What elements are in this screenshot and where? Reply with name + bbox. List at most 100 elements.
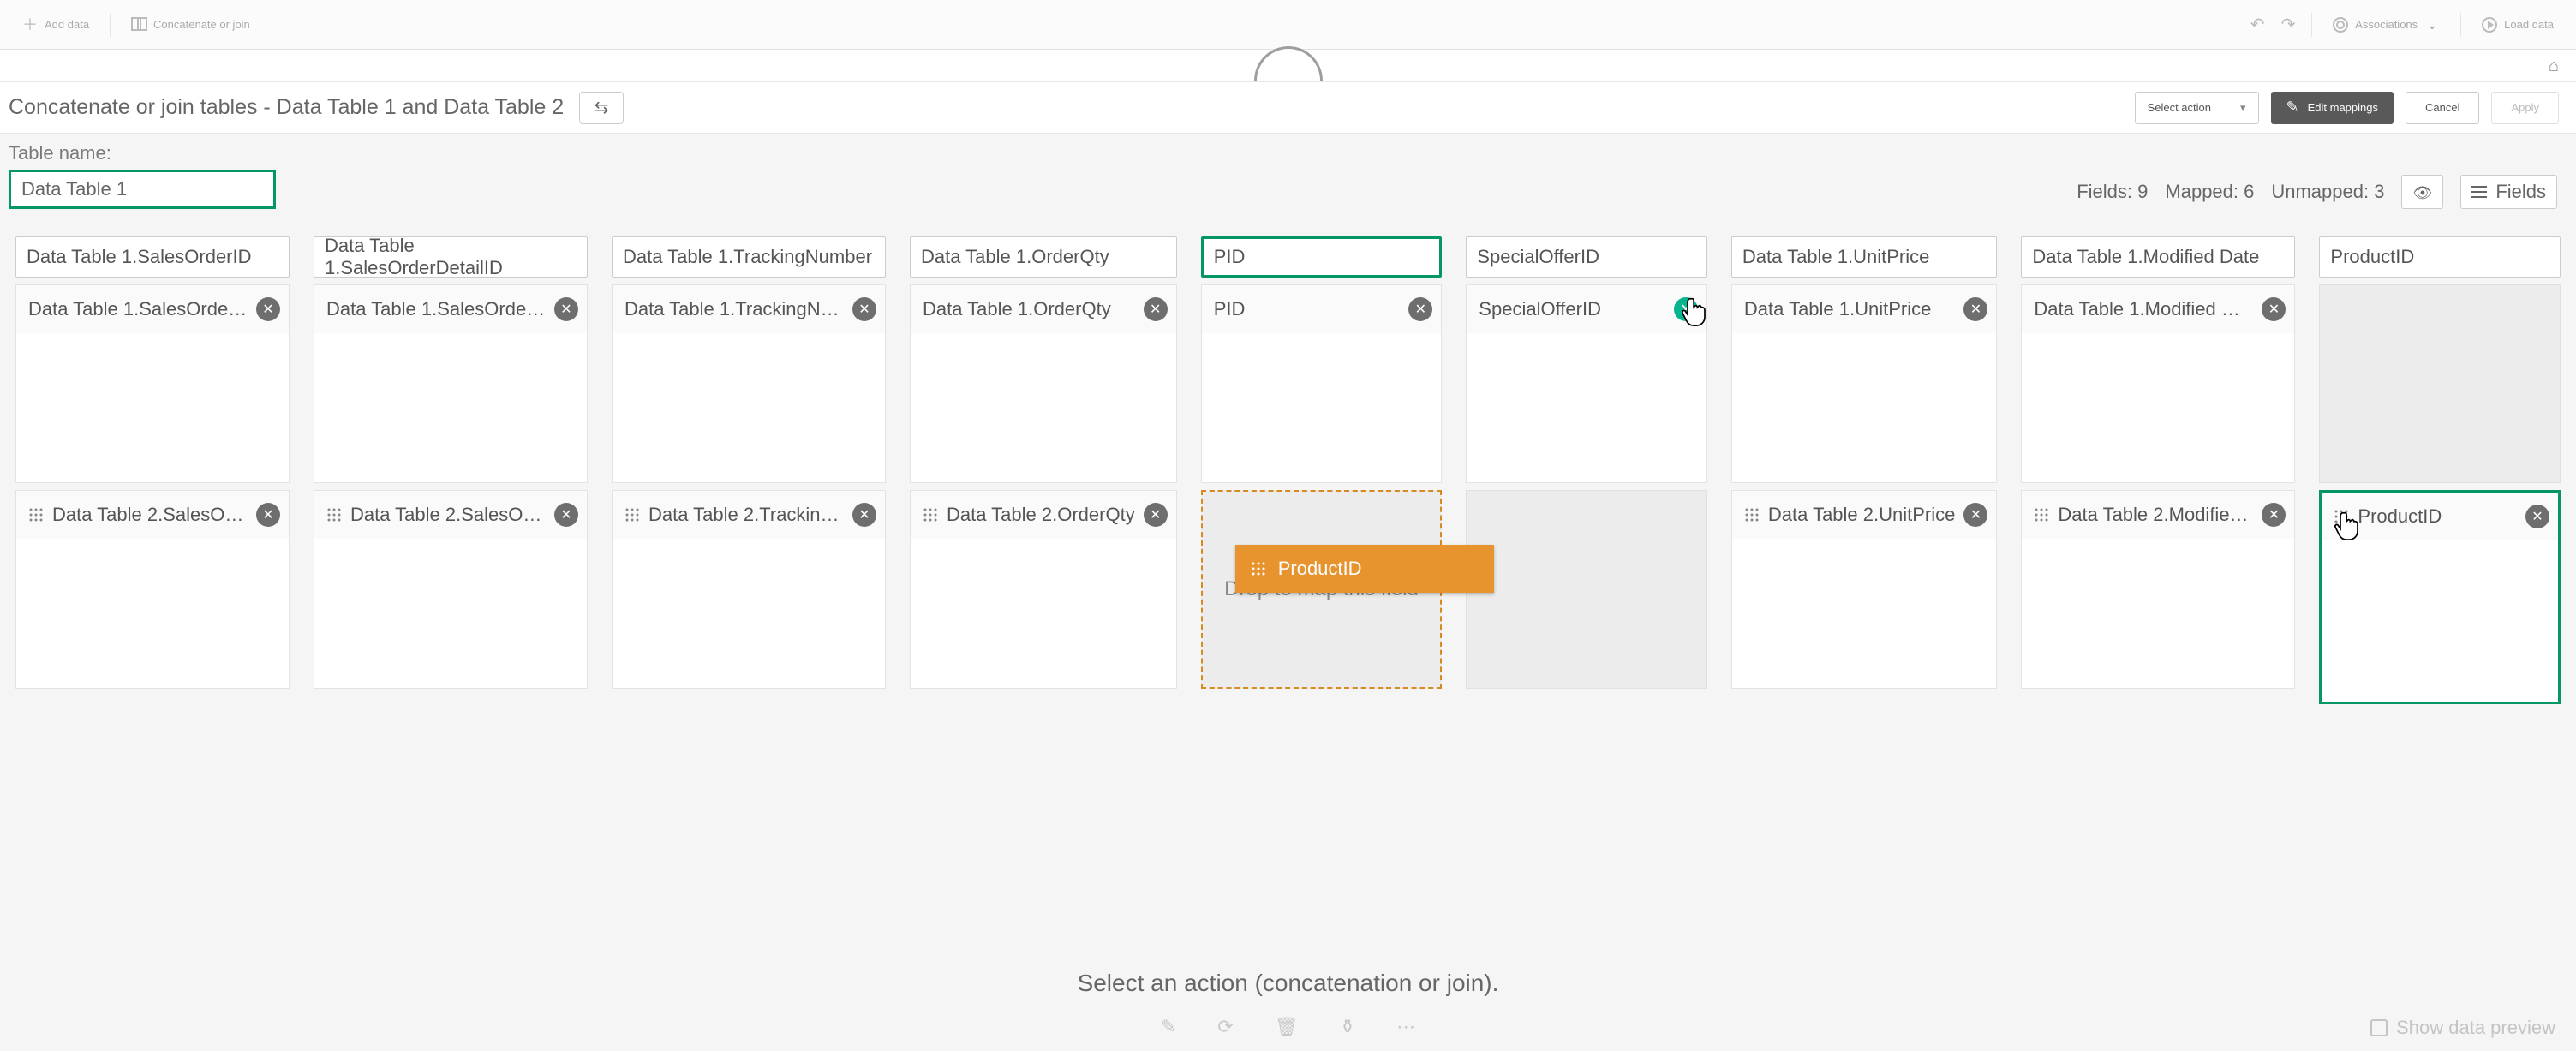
remove-field-icon[interactable]: ✕ bbox=[1144, 503, 1168, 527]
field-chip[interactable]: Data Table 2.SalesOr…✕ bbox=[314, 491, 587, 539]
cancel-button[interactable]: Cancel bbox=[2406, 92, 2479, 124]
field-chip[interactable]: Data Table 1.UnitPrice ✕ bbox=[1732, 285, 1997, 333]
remove-field-icon[interactable]: ✕ bbox=[1144, 297, 1168, 321]
delete-icon[interactable]: 🗑 bbox=[1275, 1016, 1299, 1038]
source-table2-slot[interactable]: Data Table 2.SalesOr…✕ bbox=[314, 490, 588, 689]
source-table2-slot[interactable]: ProductID ✕ bbox=[2319, 490, 2561, 704]
mapping-column: SpecialOfferIDSpecialOfferID✕ bbox=[1466, 236, 1707, 689]
source-table2-slot[interactable]: Data Table 2.Modifie… ✕ bbox=[2021, 490, 2295, 689]
field-chip-label: Data Table 2.Trackin… bbox=[648, 504, 844, 526]
field-chip[interactable]: PID ✕ bbox=[1202, 285, 1442, 333]
remove-field-icon[interactable]: ✕ bbox=[2525, 505, 2549, 528]
drag-handle-icon[interactable] bbox=[625, 507, 640, 523]
column-header-input[interactable]: ProductID bbox=[2319, 236, 2561, 278]
home-button[interactable]: ⌂ bbox=[2549, 57, 2559, 76]
remove-field-icon[interactable]: ✕ bbox=[1963, 297, 1987, 321]
filter-icon[interactable]: ⚱ bbox=[1340, 1016, 1355, 1038]
column-header-input[interactable]: PID bbox=[1201, 236, 1443, 278]
mapping-columns: Data Table 1.SalesOrderID Data Table 1.Sa… bbox=[0, 236, 2576, 704]
remove-field-icon[interactable]: ✕ bbox=[554, 503, 578, 527]
source-table1-slot[interactable]: SpecialOfferID✕ bbox=[1466, 284, 1707, 483]
remove-field-icon[interactable]: ✕ bbox=[1963, 503, 1987, 527]
field-chip-label: SpecialOfferID bbox=[1479, 298, 1665, 320]
field-chip[interactable]: Data Table 1.TrackingNu…✕ bbox=[613, 285, 885, 333]
show-data-preview[interactable]: Show data preview bbox=[2370, 1017, 2555, 1039]
source-table2-slot[interactable]: Data Table 2.OrderQty✕ bbox=[910, 490, 1177, 689]
remove-field-icon[interactable]: ✕ bbox=[554, 297, 578, 321]
mapping-column: Data Table 1.TrackingNumber Data Table 1.… bbox=[612, 236, 886, 689]
meta-row: Table name: Data Table 1 Fields: 9 Mappe… bbox=[0, 134, 2576, 236]
mapping-column: Data Table 1.OrderQty Data Table 1.OrderQ… bbox=[910, 236, 1177, 689]
remove-field-icon[interactable]: ✕ bbox=[852, 297, 876, 321]
source-table1-slot[interactable]: Data Table 1.SalesOrder…✕ bbox=[314, 284, 588, 483]
fields-count: Fields: 9 bbox=[2077, 181, 2148, 203]
source-table2-slot[interactable] bbox=[1466, 490, 1707, 689]
field-chip-label: Data Table 2.Modifie… bbox=[2058, 504, 2253, 526]
source-table1-slot[interactable]: PID ✕ bbox=[1201, 284, 1443, 483]
field-chip-label: PID bbox=[1214, 298, 1401, 320]
field-chip[interactable]: Data Table 2.OrderQty✕ bbox=[911, 491, 1176, 539]
remove-field-icon[interactable]: ✕ bbox=[2262, 503, 2286, 527]
swap-tables-button[interactable]: ⇆ bbox=[579, 92, 624, 124]
source-table1-slot[interactable]: Data Table 1.OrderQty✕ bbox=[910, 284, 1177, 483]
refresh-icon[interactable]: ⟳ bbox=[1217, 1016, 1233, 1038]
table-name-input[interactable]: Data Table 1 bbox=[9, 170, 276, 209]
drag-handle-icon[interactable] bbox=[326, 507, 342, 523]
column-header-input[interactable]: Data Table 1.SalesOrderDetailID bbox=[314, 236, 588, 278]
source-table1-slot[interactable]: Data Table 1.Modified Date✕ bbox=[2021, 284, 2295, 483]
field-chip[interactable]: Data Table 1.SalesOrder…✕ bbox=[314, 285, 587, 333]
column-header-input[interactable]: Data Table 1.UnitPrice bbox=[1731, 236, 1998, 278]
load-data-button[interactable]: Load data bbox=[2477, 0, 2559, 53]
add-data-button[interactable]: Add data bbox=[17, 0, 94, 53]
field-chip-label: ProductID bbox=[2358, 505, 2517, 528]
show-preview-label: Show data preview bbox=[2396, 1017, 2555, 1039]
source-table1-slot[interactable]: Data Table 1.TrackingNu…✕ bbox=[612, 284, 886, 483]
column-header-input[interactable]: Data Table 1.OrderQty bbox=[910, 236, 1177, 278]
associations-icon bbox=[2333, 17, 2348, 33]
remove-field-icon[interactable]: ✕ bbox=[2262, 297, 2286, 321]
field-chip[interactable]: SpecialOfferID✕ bbox=[1467, 285, 1706, 333]
field-chip[interactable]: Data Table 2.Trackin… ✕ bbox=[613, 491, 885, 539]
field-chip[interactable]: Data Table 2.Modifie… ✕ bbox=[2022, 491, 2294, 539]
source-table2-slot[interactable]: Data Table 2.Trackin… ✕ bbox=[612, 490, 886, 689]
remove-field-icon[interactable]: ✕ bbox=[852, 503, 876, 527]
drag-handle-icon[interactable] bbox=[28, 507, 44, 523]
remove-field-icon[interactable]: ✕ bbox=[1408, 297, 1432, 321]
associations-button[interactable]: Associations bbox=[2328, 0, 2445, 53]
source-table1-slot[interactable]: Data Table 1.UnitPrice ✕ bbox=[1731, 284, 1998, 483]
column-header-input[interactable]: SpecialOfferID bbox=[1466, 236, 1707, 278]
remove-field-icon[interactable]: ✕ bbox=[256, 297, 280, 321]
source-table1-slot[interactable] bbox=[2319, 284, 2561, 483]
field-chip[interactable]: Data Table 2.SalesOr…✕ bbox=[16, 491, 289, 539]
mapping-column: ProductID ProductID ✕ bbox=[2319, 236, 2561, 704]
mapping-column: Data Table 1.UnitPriceData Table 1.UnitP… bbox=[1731, 236, 1998, 689]
drag-handle-icon[interactable] bbox=[2034, 507, 2049, 523]
source-table2-slot[interactable]: Drop to map this fieldProductID bbox=[1201, 490, 1443, 689]
source-table2-slot[interactable]: Data Table 2.UnitPrice✕ bbox=[1731, 490, 1998, 689]
separator bbox=[2311, 13, 2312, 37]
field-chip[interactable]: Data Table 2.UnitPrice✕ bbox=[1732, 491, 1997, 539]
drag-handle-icon[interactable] bbox=[1744, 507, 1760, 523]
preview-toggle-button[interactable] bbox=[2401, 175, 2443, 209]
edit-icon[interactable]: ✎ bbox=[1161, 1016, 1176, 1038]
column-header-input[interactable]: Data Table 1.TrackingNumber bbox=[612, 236, 886, 278]
undo-button[interactable] bbox=[2250, 17, 2265, 33]
fields-menu-button[interactable]: Fields bbox=[2460, 175, 2557, 209]
source-table1-slot[interactable]: Data Table 1.SalesOrderID✕ bbox=[15, 284, 290, 483]
field-chip[interactable]: Data Table 1.OrderQty✕ bbox=[911, 285, 1176, 333]
edit-mappings-button[interactable]: Edit mappings bbox=[2271, 92, 2394, 124]
redo-button[interactable] bbox=[2280, 17, 2296, 33]
field-chip[interactable]: Data Table 1.SalesOrderID✕ bbox=[16, 285, 289, 333]
concat-join-button[interactable]: Concatenate or join bbox=[126, 0, 255, 53]
drag-handle-icon[interactable] bbox=[923, 507, 938, 523]
more-icon[interactable]: ⋯ bbox=[1396, 1016, 1415, 1038]
column-header-input[interactable]: Data Table 1.Modified Date bbox=[2021, 236, 2295, 278]
select-action-dropdown[interactable]: Select action ▾ bbox=[2135, 92, 2259, 124]
field-chip[interactable]: Data Table 1.Modified Date✕ bbox=[2022, 285, 2294, 333]
source-table2-slot[interactable]: Data Table 2.SalesOr…✕ bbox=[15, 490, 290, 689]
column-header-input[interactable]: Data Table 1.SalesOrderID bbox=[15, 236, 290, 278]
drag-ghost-label: ProductID bbox=[1278, 558, 1362, 580]
expand-panel-handle[interactable] bbox=[1254, 46, 1323, 81]
remove-field-icon[interactable]: ✕ bbox=[256, 503, 280, 527]
field-chip-label: Data Table 1.UnitPrice bbox=[1744, 298, 1956, 320]
